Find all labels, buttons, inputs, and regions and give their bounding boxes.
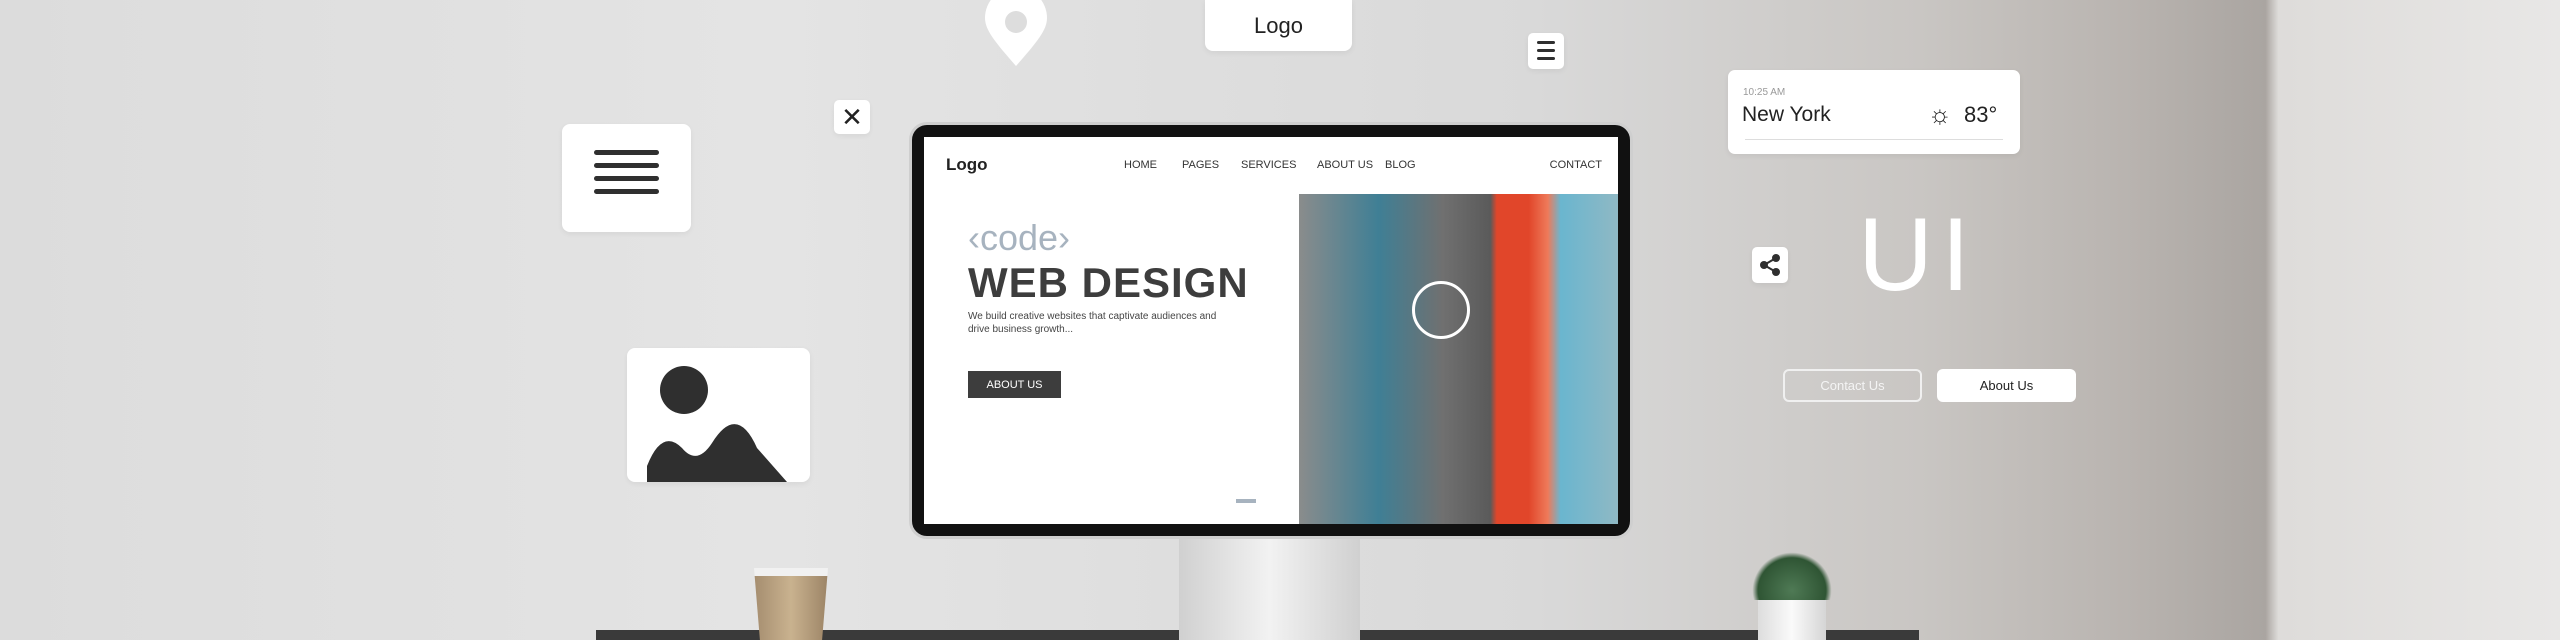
nav-home[interactable]: HOME [1124, 159, 1157, 171]
image-card [627, 348, 810, 482]
small-menu-button[interactable] [1528, 33, 1564, 69]
menu-card[interactable] [562, 124, 691, 232]
sun-icon: ☼ [1928, 99, 1952, 129]
nav-contact[interactable]: CONTACT [1550, 159, 1602, 171]
contact-us-button[interactable]: Contact Us [1783, 369, 1922, 402]
website-screen: Logo HOME PAGES SERVICES ABOUT US BLOG C… [924, 137, 1618, 524]
location-pin-icon [985, 0, 1047, 66]
hero-cta-button[interactable]: ABOUT US [968, 371, 1061, 398]
coffee-cup [754, 568, 828, 640]
logo-card: Logo [1205, 0, 1352, 51]
close-icon: ✕ [841, 101, 863, 132]
code-tag: ‹code› [968, 217, 1071, 258]
plant-pot [1758, 596, 1826, 640]
weather-temp: 83° [1964, 102, 1998, 127]
hero-tagline: We build creative websites that captivat… [968, 311, 1217, 335]
divider [1745, 139, 2003, 140]
image-placeholder-icon [647, 366, 787, 482]
weather-city: New York [1742, 103, 1831, 126]
circle-decoration [1412, 281, 1470, 339]
about-us-button[interactable]: About Us [1937, 369, 2076, 402]
hamburger-icon [594, 150, 659, 194]
nav-services[interactable]: SERVICES [1241, 159, 1296, 171]
slider-dot-1[interactable] [1236, 499, 1256, 503]
slider-dot-2[interactable] [1268, 499, 1298, 503]
close-button[interactable]: ✕ [834, 100, 870, 134]
nav-blog[interactable]: BLOG [1385, 159, 1416, 171]
logo-text: Logo [1254, 12, 1303, 38]
share-icon [1760, 254, 1780, 276]
plant [1752, 552, 1832, 600]
monitor-stand [1179, 539, 1360, 640]
hero-image [1299, 194, 1618, 524]
hero-headline: WEB DESIGN [968, 259, 1249, 306]
monitor: Logo HOME PAGES SERVICES ABOUT US BLOG C… [909, 122, 1633, 539]
share-button[interactable] [1752, 247, 1788, 283]
hamburger-icon [1537, 41, 1555, 60]
nav-about[interactable]: ABOUT US [1317, 159, 1373, 171]
ui-text: UI [1858, 197, 1978, 313]
weather-time: 10:25 AM [1743, 87, 1786, 98]
site-logo: Logo [946, 155, 988, 174]
weather-card: 10:25 AM New York ☼ 83° [1728, 70, 2020, 154]
nav-pages[interactable]: PAGES [1182, 159, 1219, 171]
